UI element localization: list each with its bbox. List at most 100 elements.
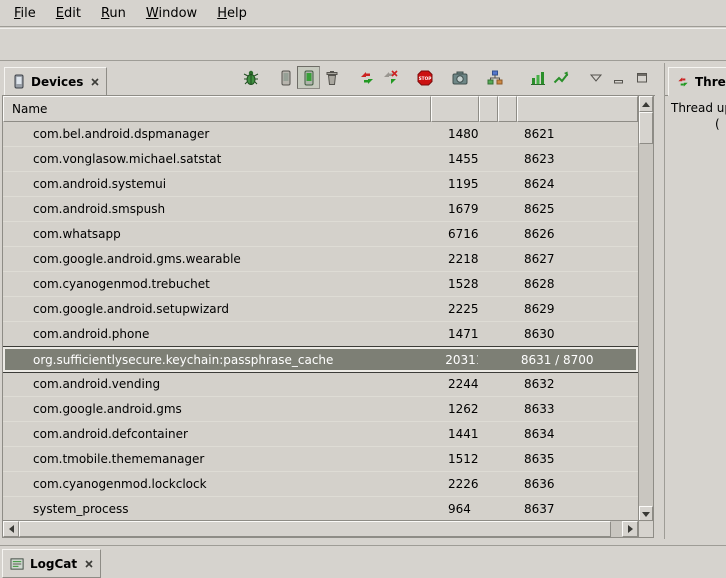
sysinfo-chart-icon[interactable]: [526, 66, 549, 89]
threads-panel: Threads Thread up (: [664, 63, 726, 539]
vertical-scroll-thumb[interactable]: [639, 112, 653, 144]
logcat-icon: [10, 557, 25, 571]
process-pid: 22440: [431, 377, 479, 391]
process-port: 8626: [517, 227, 638, 241]
table-row[interactable]: com.google.android.gms.wearable 22185 86…: [3, 247, 638, 272]
horizontal-scroll-track[interactable]: [19, 521, 622, 537]
close-icon[interactable]: [91, 78, 99, 86]
process-pid: 12623: [431, 402, 479, 416]
process-port: 8630: [517, 327, 638, 341]
menu-window[interactable]: Window: [136, 3, 207, 24]
heap-icon[interactable]: [274, 66, 297, 89]
process-name: system_process: [3, 502, 431, 516]
table-row[interactable]: org.sufficientlysecure.keychain:passphra…: [3, 347, 638, 372]
process-name: com.android.defcontainer: [3, 427, 431, 441]
table-row[interactable]: com.whatsapp 6716 8626: [3, 222, 638, 247]
vertical-scrollbar[interactable]: [638, 96, 653, 522]
tab-devices[interactable]: Devices: [4, 67, 107, 96]
table-row[interactable]: com.bel.android.dspmanager 1480 8621: [3, 122, 638, 147]
process-name: com.android.systemui: [3, 177, 431, 191]
scroll-left-button[interactable]: [3, 521, 19, 537]
view-menu-icon[interactable]: [584, 66, 607, 89]
process-port: 8628: [517, 277, 638, 291]
table-row[interactable]: com.tmobile.thememanager 1512 8635: [3, 447, 638, 472]
process-name: com.google.android.gms: [3, 402, 431, 416]
process-pid: 1480: [431, 127, 479, 141]
process-pid: 1512: [431, 452, 479, 466]
process-name: com.cyanogenmod.lockclock: [3, 477, 431, 491]
process-port: 8632: [517, 377, 638, 391]
sysinfo-update-icon[interactable]: [549, 66, 572, 89]
scroll-up-button[interactable]: [639, 96, 653, 112]
table-row[interactable]: com.android.smspush 1679 8625: [3, 197, 638, 222]
table-row[interactable]: com.android.phone 1471 8630: [3, 322, 638, 347]
menu-bar: File Edit Run Window Help: [0, 0, 726, 27]
debug-process-icon[interactable]: [239, 66, 262, 89]
process-name: com.tmobile.thememanager: [3, 452, 431, 466]
menu-help[interactable]: Help: [207, 3, 257, 24]
scroll-right-button[interactable]: [622, 521, 638, 537]
column-header-name[interactable]: Name: [3, 96, 431, 122]
table-row[interactable]: com.vonglasow.michael.satstat 14553 8623: [3, 147, 638, 172]
process-pid: 1679: [431, 202, 479, 216]
horizontal-scroll-thumb[interactable]: [19, 521, 611, 537]
menu-run[interactable]: Run: [91, 3, 136, 24]
column-header-port[interactable]: [517, 96, 638, 122]
tab-threads-label: Threads: [695, 75, 726, 89]
column-header-spare1[interactable]: [479, 96, 498, 122]
process-pid: 20311: [430, 353, 478, 367]
process-port: 8637: [517, 502, 638, 516]
stop-process-icon[interactable]: STOP: [413, 66, 436, 89]
process-pid: 1471: [431, 327, 479, 341]
process-port: 8636: [517, 477, 638, 491]
process-name: com.whatsapp: [3, 227, 431, 241]
hierarchy-view-icon[interactable]: [483, 66, 506, 89]
tab-threads[interactable]: Threads: [668, 67, 726, 96]
process-name: org.sufficientlysecure.keychain:passphra…: [5, 353, 430, 367]
process-port: 8625: [517, 202, 638, 216]
process-port: 8627: [517, 252, 638, 266]
process-port: 8629: [517, 302, 638, 316]
table-row[interactable]: com.google.android.gms 12623 8633: [3, 397, 638, 422]
table-row[interactable]: com.android.systemui 1195 8624: [3, 172, 638, 197]
process-name: com.google.android.gms.wearable: [3, 252, 431, 266]
screen-capture-icon[interactable]: [448, 66, 471, 89]
scrollbar-corner: [638, 520, 653, 537]
table-row[interactable]: com.android.vending 22440 8632: [3, 372, 638, 397]
process-pid: 22250: [431, 302, 479, 316]
vertical-scroll-track[interactable]: [639, 112, 653, 506]
device-icon: [12, 74, 26, 89]
devices-toolbar: STOP: [239, 66, 653, 89]
table-header: Name: [3, 96, 653, 122]
process-port: 8633: [517, 402, 638, 416]
update-heap-icon[interactable]: [297, 66, 320, 89]
process-name: com.cyanogenmod.trebuchet: [3, 277, 431, 291]
process-pid: 964: [431, 502, 479, 516]
threads-message-line1: Thread up: [671, 101, 726, 115]
tab-logcat[interactable]: LogCat: [2, 549, 101, 578]
svg-text:STOP: STOP: [418, 76, 431, 82]
table-row[interactable]: com.google.android.setupwizard 22250 862…: [3, 297, 638, 322]
cause-gc-icon[interactable]: [320, 66, 343, 89]
menu-file[interactable]: File: [4, 3, 46, 24]
table-row[interactable]: com.cyanogenmod.lockclock 22265 8636: [3, 472, 638, 497]
maximize-icon[interactable]: [630, 66, 653, 89]
table-row[interactable]: system_process 964 8637: [3, 497, 638, 522]
kill-thread-icon[interactable]: [378, 66, 401, 89]
process-name: com.android.vending: [3, 377, 431, 391]
column-header-pid[interactable]: [431, 96, 479, 122]
process-name: com.bel.android.dspmanager: [3, 127, 431, 141]
menu-edit[interactable]: Edit: [46, 3, 91, 24]
horizontal-scrollbar[interactable]: [3, 520, 638, 537]
update-threads-icon[interactable]: [355, 66, 378, 89]
minimize-icon[interactable]: [607, 66, 630, 89]
process-pid: 14411: [431, 427, 479, 441]
threads-message-line2: (: [715, 117, 720, 131]
process-name: com.vonglasow.michael.satstat: [3, 152, 431, 166]
table-row[interactable]: com.android.defcontainer 14411 8634: [3, 422, 638, 447]
column-header-spare2[interactable]: [498, 96, 517, 122]
table-row[interactable]: com.cyanogenmod.trebuchet 1528 8628: [3, 272, 638, 297]
process-pid: 6716: [431, 227, 479, 241]
close-icon[interactable]: [85, 560, 93, 568]
process-name: com.google.android.setupwizard: [3, 302, 431, 316]
